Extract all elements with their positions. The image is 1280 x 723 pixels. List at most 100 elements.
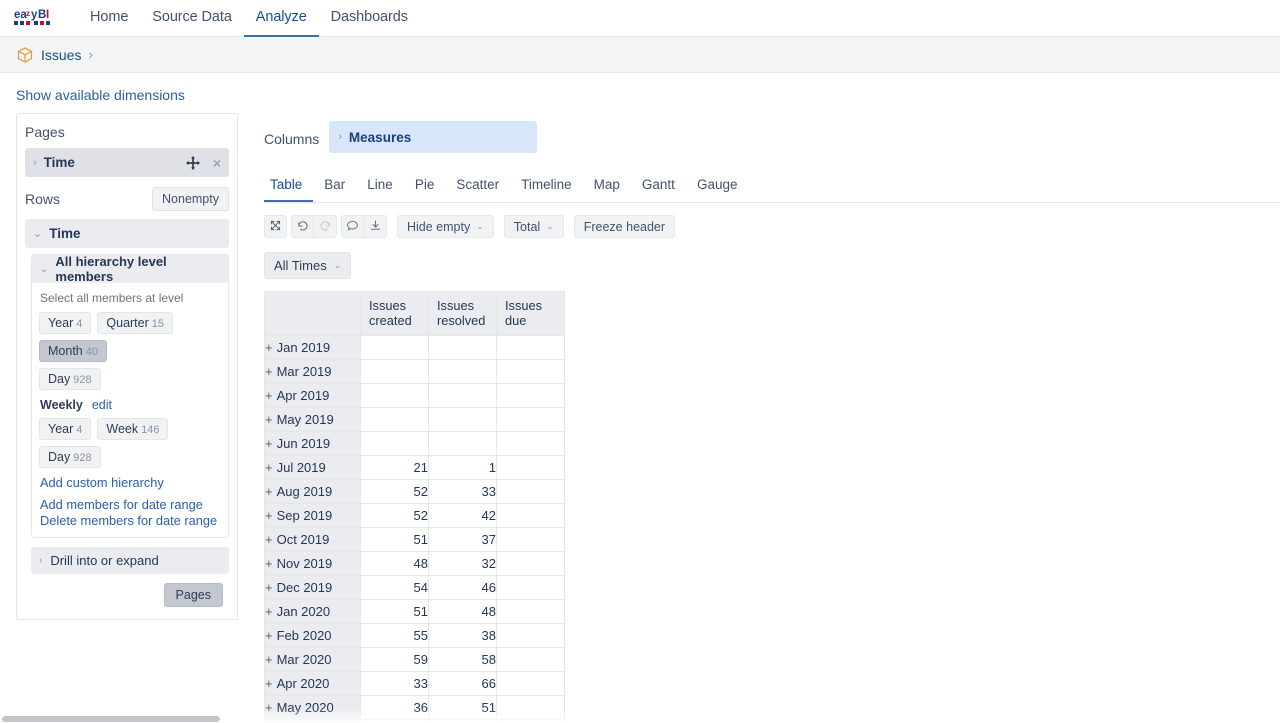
tab-line[interactable]: Line bbox=[356, 175, 404, 202]
tab-gauge[interactable]: Gauge bbox=[686, 175, 749, 202]
row-header-cell[interactable]: + Jul 2019 bbox=[264, 455, 361, 480]
table-cell[interactable] bbox=[496, 383, 565, 408]
show-available-dimensions-link[interactable]: Show available dimensions bbox=[0, 73, 1280, 113]
table-cell[interactable] bbox=[360, 383, 429, 408]
table-cell[interactable]: 32 bbox=[428, 551, 497, 576]
expand-row-icon[interactable]: + bbox=[265, 388, 273, 403]
table-cell[interactable] bbox=[360, 335, 429, 360]
comment-button[interactable] bbox=[341, 215, 364, 238]
nonempty-toggle-button[interactable]: Nonempty bbox=[152, 187, 229, 211]
table-row[interactable]: + Dec 2019 54 46 bbox=[264, 575, 565, 600]
table-cell[interactable] bbox=[496, 623, 565, 648]
table-cell[interactable] bbox=[496, 671, 565, 696]
table-cell[interactable] bbox=[496, 455, 565, 480]
row-header-cell[interactable]: + May 2019 bbox=[264, 407, 361, 432]
row-header-cell[interactable]: + Nov 2019 bbox=[264, 551, 361, 576]
chevron-right-icon[interactable]: › bbox=[33, 157, 37, 169]
table-cell[interactable] bbox=[496, 647, 565, 672]
eazybi-logo[interactable]: ea z y B I bbox=[14, 7, 56, 29]
nav-item-analyze[interactable]: Analyze bbox=[243, 0, 319, 37]
row-header-cell[interactable]: + Aug 2019 bbox=[264, 479, 361, 504]
table-cell[interactable]: 1 bbox=[428, 455, 497, 480]
nav-item-home[interactable]: Home bbox=[78, 0, 140, 37]
table-cell[interactable] bbox=[496, 335, 565, 360]
table-cell[interactable] bbox=[496, 503, 565, 528]
expand-row-icon[interactable]: + bbox=[265, 700, 273, 715]
table-row[interactable]: + Jan 2020 51 48 bbox=[264, 599, 565, 624]
table-cell[interactable] bbox=[496, 599, 565, 624]
table-cell[interactable]: 33 bbox=[428, 479, 497, 504]
expand-row-icon[interactable]: + bbox=[265, 532, 273, 547]
level-chip-day[interactable]: Day 928 bbox=[39, 368, 101, 390]
tab-table[interactable]: Table bbox=[264, 175, 314, 202]
row-header-cell[interactable]: + Sep 2019 bbox=[264, 503, 361, 528]
chevron-down-icon[interactable]: ⌄ bbox=[33, 227, 42, 240]
table-cell[interactable] bbox=[496, 407, 565, 432]
tab-bar[interactable]: Bar bbox=[313, 175, 356, 202]
table-cell[interactable]: 54 bbox=[360, 575, 429, 600]
table-cell[interactable] bbox=[360, 359, 429, 384]
page-filter-all-times[interactable]: All Times ⌄ bbox=[264, 252, 352, 279]
horizontal-scrollbar[interactable] bbox=[0, 715, 1280, 723]
chevron-right-icon[interactable]: › bbox=[39, 555, 42, 566]
table-cell[interactable]: 46 bbox=[428, 575, 497, 600]
row-header-cell[interactable]: + Jan 2020 bbox=[264, 599, 361, 624]
row-header-cell[interactable]: + Apr 2019 bbox=[264, 383, 361, 408]
chevron-right-icon[interactable]: › bbox=[338, 131, 342, 143]
tab-gantt[interactable]: Gantt bbox=[631, 175, 686, 202]
table-row[interactable]: + Nov 2019 48 32 bbox=[264, 551, 565, 576]
row-header-cell[interactable]: + Mar 2020 bbox=[264, 647, 361, 672]
row-header-cell[interactable]: + Feb 2020 bbox=[264, 623, 361, 648]
export-button[interactable] bbox=[364, 215, 387, 238]
column-header-issues-due[interactable]: Issues due bbox=[496, 291, 565, 336]
expand-row-icon[interactable]: + bbox=[265, 604, 273, 619]
delete-members-for-date-range-link[interactable]: Delete members for date range bbox=[40, 513, 221, 528]
table-cell[interactable]: 51 bbox=[360, 527, 429, 552]
table-cell[interactable]: 52 bbox=[360, 479, 429, 504]
pages-dimension-tile-time[interactable]: › Time × bbox=[25, 148, 229, 177]
table-cell[interactable] bbox=[360, 407, 429, 432]
tab-pie[interactable]: Pie bbox=[404, 175, 446, 202]
table-cell[interactable]: 59 bbox=[360, 647, 429, 672]
weekly-chip-day[interactable]: Day 928 bbox=[39, 446, 101, 468]
expand-row-icon[interactable]: + bbox=[265, 628, 273, 643]
table-cell[interactable]: 48 bbox=[428, 599, 497, 624]
row-header-cell[interactable]: + Apr 2020 bbox=[264, 671, 361, 696]
total-dropdown[interactable]: Total ⌄ bbox=[503, 215, 564, 238]
table-cell[interactable] bbox=[496, 479, 565, 504]
row-header-cell[interactable]: + Dec 2019 bbox=[264, 575, 361, 600]
row-header-cell[interactable]: + Mar 2019 bbox=[264, 359, 361, 384]
table-cell[interactable]: 48 bbox=[360, 551, 429, 576]
table-cell[interactable] bbox=[360, 431, 429, 456]
freeze-header-button[interactable]: Freeze header bbox=[573, 215, 676, 238]
move-to-pages-button[interactable]: Pages bbox=[163, 583, 223, 607]
table-cell[interactable] bbox=[428, 335, 497, 360]
level-chip-quarter[interactable]: Quarter 15 bbox=[97, 312, 174, 334]
rows-dimension-tile-time[interactable]: ⌄ Time bbox=[25, 219, 229, 248]
tab-map[interactable]: Map bbox=[583, 175, 631, 202]
level-chip-year[interactable]: Year 4 bbox=[39, 312, 92, 334]
table-row[interactable]: + Mar 2020 59 58 bbox=[264, 647, 565, 672]
table-cell[interactable]: 42 bbox=[428, 503, 497, 528]
table-row[interactable]: + Jan 2019 bbox=[264, 335, 565, 360]
table-cell[interactable] bbox=[496, 551, 565, 576]
table-cell[interactable]: 38 bbox=[428, 623, 497, 648]
tab-timeline[interactable]: Timeline bbox=[510, 175, 583, 202]
row-header-cell[interactable]: + Jan 2019 bbox=[264, 335, 361, 360]
expand-row-icon[interactable]: + bbox=[265, 460, 273, 475]
table-cell[interactable]: 21 bbox=[360, 455, 429, 480]
table-cell[interactable] bbox=[428, 407, 497, 432]
table-cell[interactable]: 55 bbox=[360, 623, 429, 648]
table-cell[interactable]: 51 bbox=[360, 599, 429, 624]
table-row[interactable]: + Jun 2019 bbox=[264, 431, 565, 456]
table-cell[interactable] bbox=[428, 383, 497, 408]
table-row[interactable]: + Apr 2019 bbox=[264, 383, 565, 408]
table-cell[interactable] bbox=[496, 527, 565, 552]
expand-row-icon[interactable]: + bbox=[265, 652, 273, 667]
table-row[interactable]: + Sep 2019 52 42 bbox=[264, 503, 565, 528]
row-header-cell[interactable]: + Jun 2019 bbox=[264, 431, 361, 456]
weekly-edit-link[interactable]: edit bbox=[92, 398, 112, 412]
table-row[interactable]: + Aug 2019 52 33 bbox=[264, 479, 565, 504]
breadcrumb-item-issues[interactable]: Issues bbox=[41, 47, 81, 63]
table-cell[interactable] bbox=[428, 431, 497, 456]
